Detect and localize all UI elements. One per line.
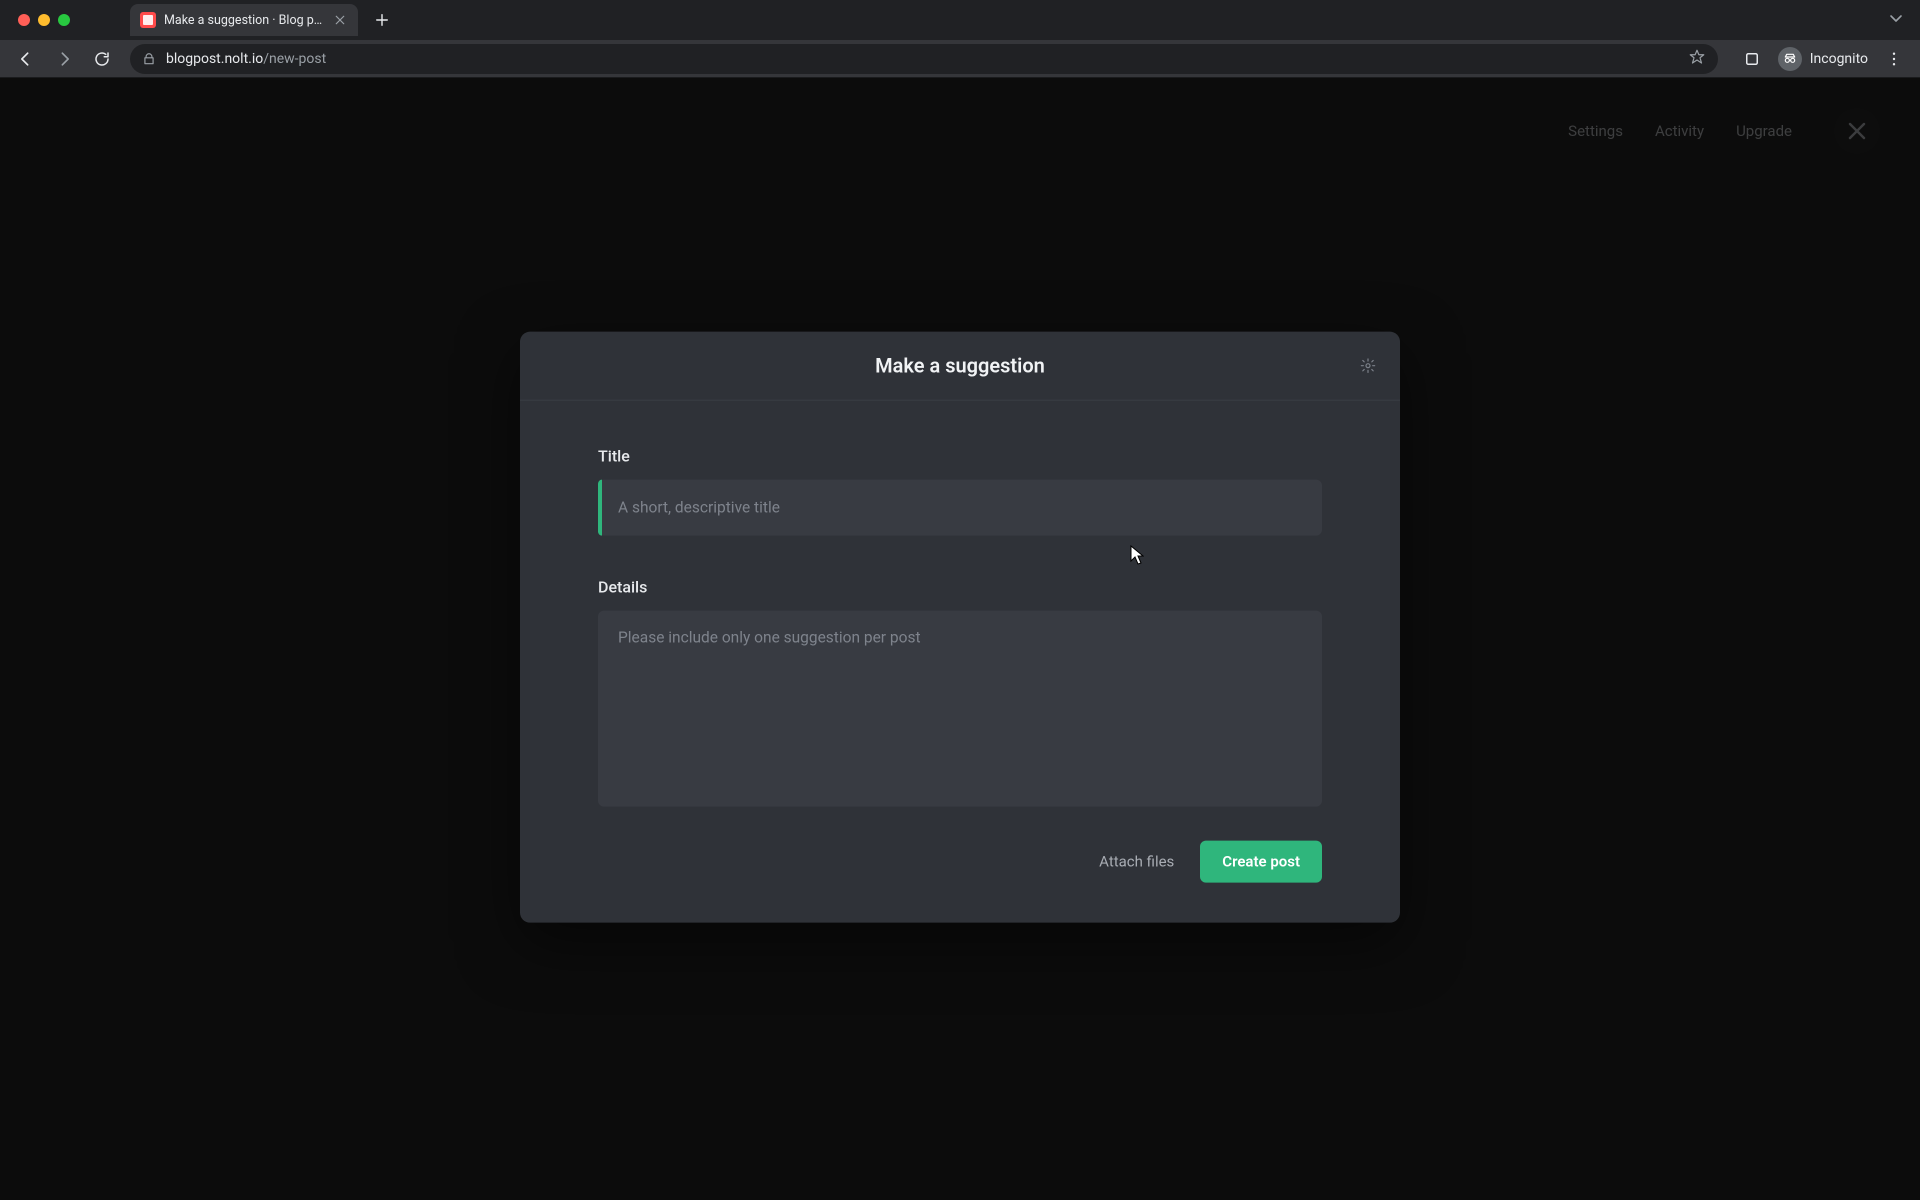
browser-tab[interactable]: Make a suggestion · Blog post bbox=[130, 4, 358, 36]
back-button[interactable] bbox=[10, 43, 42, 75]
url-host: blogpost.nolt.io bbox=[166, 51, 263, 67]
nav-link-activity[interactable]: Activity bbox=[1655, 122, 1704, 140]
address-bar[interactable]: blogpost.nolt.io/new-post bbox=[130, 44, 1718, 74]
tab-overflow-icon[interactable] bbox=[1888, 10, 1908, 30]
title-group: Title bbox=[598, 447, 1322, 536]
incognito-badge[interactable]: Incognito bbox=[1778, 47, 1868, 71]
url-path: /new-post bbox=[263, 51, 326, 67]
modal-title: Make a suggestion bbox=[544, 354, 1376, 378]
gear-icon[interactable] bbox=[1358, 356, 1378, 376]
incognito-label: Incognito bbox=[1810, 51, 1868, 67]
window-minimize-dot[interactable] bbox=[38, 14, 50, 26]
window-controls bbox=[18, 14, 70, 26]
modal-actions: Attach files Create post bbox=[598, 841, 1322, 883]
tab-strip: Make a suggestion · Blog post bbox=[0, 0, 1920, 40]
tab-close-icon[interactable] bbox=[332, 12, 348, 28]
reload-button[interactable] bbox=[86, 43, 118, 75]
tab-title: Make a suggestion · Blog post bbox=[164, 13, 324, 28]
lock-icon bbox=[142, 52, 156, 66]
details-group: Details bbox=[598, 578, 1322, 811]
create-post-button[interactable]: Create post bbox=[1200, 841, 1322, 883]
attach-files-button[interactable]: Attach files bbox=[1099, 853, 1174, 871]
details-label: Details bbox=[598, 578, 1322, 597]
title-input[interactable] bbox=[598, 480, 1322, 536]
details-input[interactable] bbox=[598, 611, 1322, 807]
incognito-icon bbox=[1778, 47, 1802, 71]
browser-menu-icon[interactable] bbox=[1878, 43, 1910, 75]
extensions-icon[interactable] bbox=[1736, 43, 1768, 75]
nav-link-upgrade[interactable]: Upgrade bbox=[1736, 122, 1792, 140]
page-content: Settings Activity Upgrade Make a suggest… bbox=[0, 78, 1920, 1200]
suggestion-modal: Make a suggestion Title Details Attach f… bbox=[520, 332, 1400, 923]
page-topnav: Settings Activity Upgrade bbox=[1568, 108, 1880, 154]
new-tab-button[interactable] bbox=[368, 6, 396, 34]
browser-chrome: Make a suggestion · Blog post blog bbox=[0, 0, 1920, 78]
window-maximize-dot[interactable] bbox=[58, 14, 70, 26]
bookmark-icon[interactable] bbox=[1688, 48, 1706, 70]
browser-toolbar: blogpost.nolt.io/new-post Incognito bbox=[0, 40, 1920, 78]
window-close-dot[interactable] bbox=[18, 14, 30, 26]
modal-body: Title Details Attach files Create post bbox=[520, 401, 1400, 923]
tab-favicon-icon bbox=[140, 12, 156, 28]
title-label: Title bbox=[598, 447, 1322, 466]
nav-link-settings[interactable]: Settings bbox=[1568, 122, 1623, 140]
modal-header: Make a suggestion bbox=[520, 332, 1400, 401]
forward-button[interactable] bbox=[48, 43, 80, 75]
url-text: blogpost.nolt.io/new-post bbox=[166, 51, 326, 67]
close-modal-button[interactable] bbox=[1834, 108, 1880, 154]
